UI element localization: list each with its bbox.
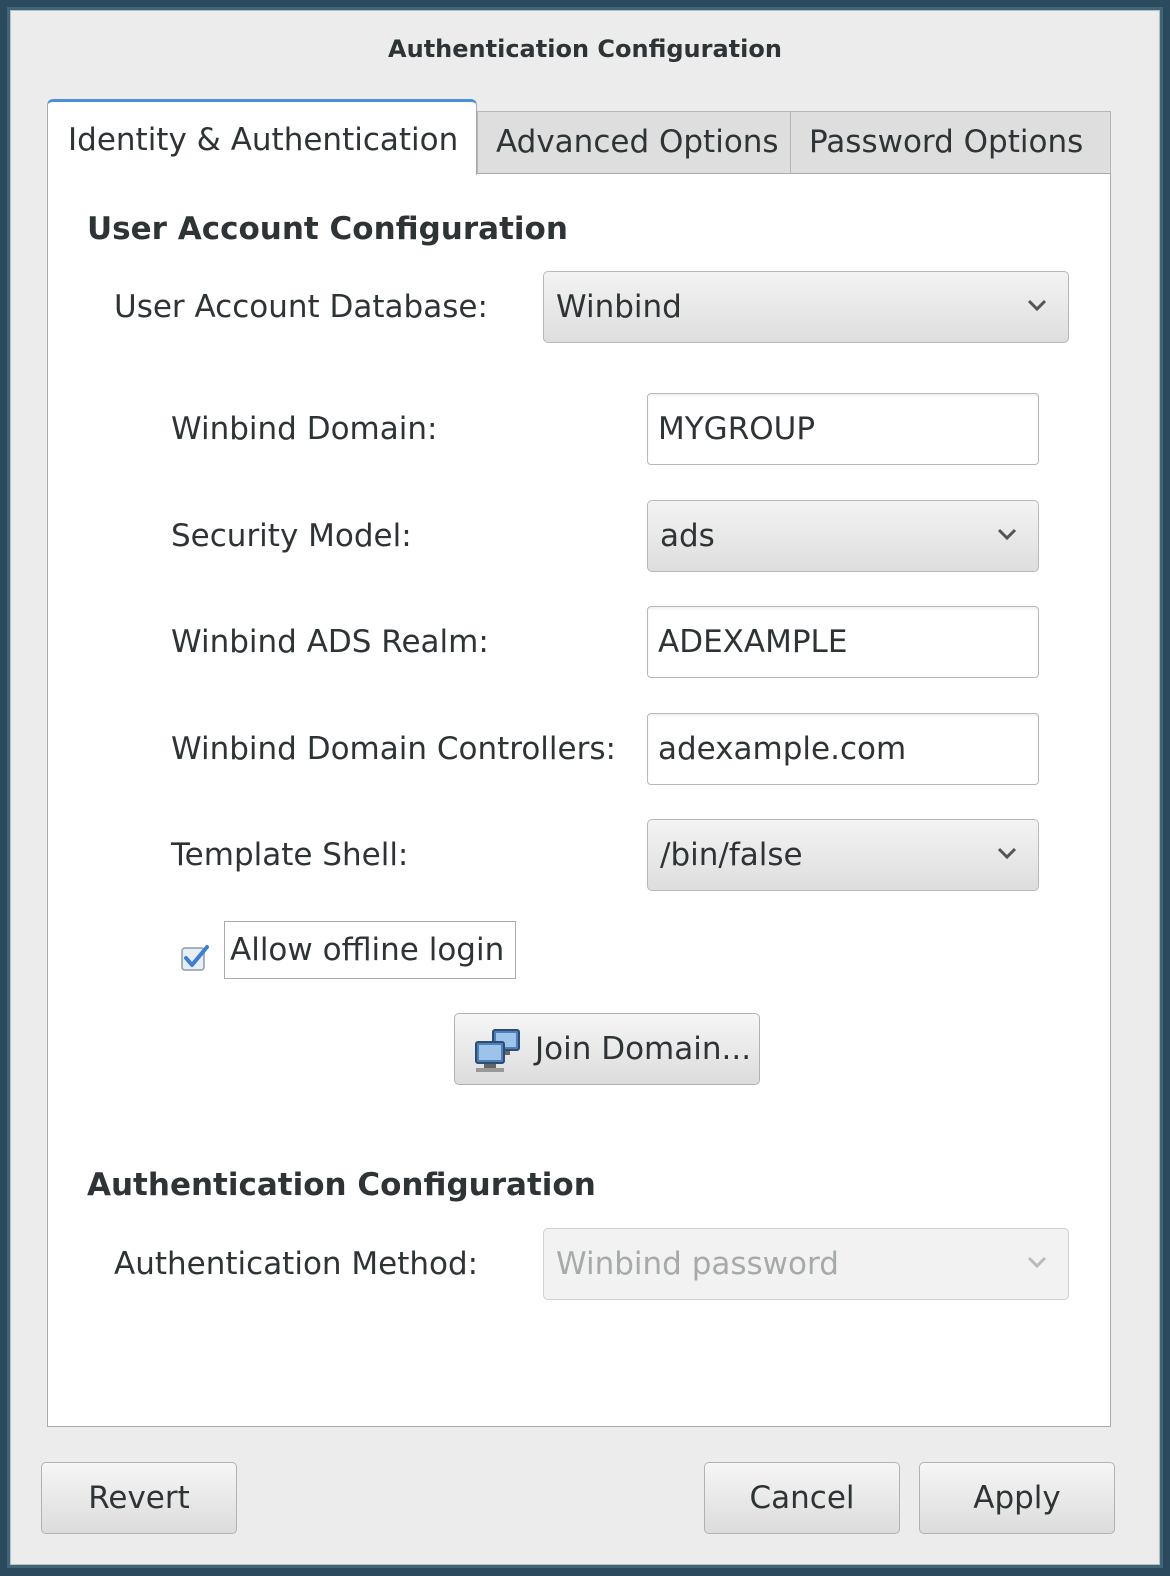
user-account-heading: User Account Configuration	[87, 211, 568, 247]
domain-controllers-field[interactable]: adexample.com	[647, 713, 1039, 785]
user-account-database-value: Winbind	[556, 289, 682, 325]
security-model-select[interactable]: ads	[647, 500, 1039, 572]
chevron-down-icon	[997, 847, 1017, 860]
tab-content: User Account Configuration User Account …	[11, 11, 1159, 1564]
winbind-domain-field[interactable]: MYGROUP	[647, 393, 1039, 465]
join-domain-label: Join Domain...	[535, 1031, 752, 1067]
user-account-database-label: User Account Database:	[114, 289, 488, 325]
join-domain-button[interactable]: Join Domain...	[454, 1013, 760, 1085]
offline-login-checkbox[interactable]	[181, 944, 209, 972]
domain-controllers-label: Winbind Domain Controllers:	[171, 731, 616, 767]
authentication-heading: Authentication Configuration	[87, 1167, 596, 1203]
authentication-method-label: Authentication Method:	[114, 1246, 479, 1282]
winbind-domain-label: Winbind Domain:	[171, 411, 438, 447]
authentication-method-value: Winbind password	[556, 1246, 839, 1282]
auth-config-window: Authentication Configuration Identity & …	[10, 10, 1160, 1565]
security-model-value: ads	[660, 518, 715, 554]
network-computers-icon	[475, 1029, 520, 1072]
authentication-method-select: Winbind password	[543, 1228, 1069, 1300]
chevron-down-icon	[1027, 299, 1047, 312]
chevron-down-icon	[997, 528, 1017, 541]
template-shell-value: /bin/false	[660, 837, 803, 873]
ads-realm-field[interactable]: ADEXAMPLE	[647, 606, 1039, 678]
template-shell-label: Template Shell:	[171, 837, 409, 873]
user-account-database-select[interactable]: Winbind	[543, 271, 1069, 343]
security-model-label: Security Model:	[171, 518, 412, 554]
chevron-down-icon	[1027, 1256, 1047, 1269]
offline-login-label[interactable]: Allow offline login	[224, 921, 516, 979]
template-shell-select[interactable]: /bin/false	[647, 819, 1039, 891]
ads-realm-label: Winbind ADS Realm:	[171, 624, 489, 660]
